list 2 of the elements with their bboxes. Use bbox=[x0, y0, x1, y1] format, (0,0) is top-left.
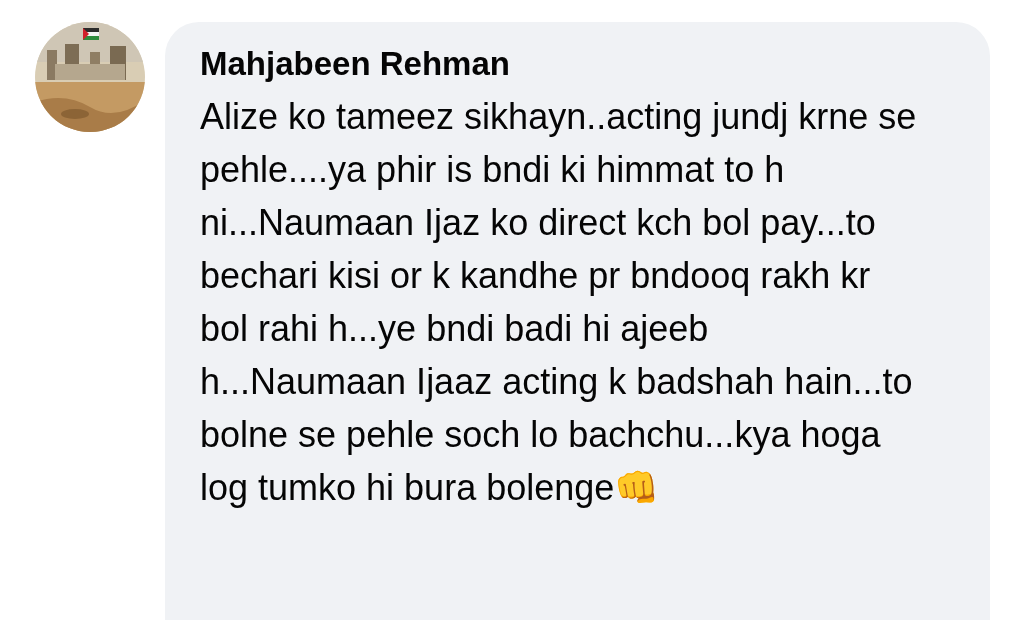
author-name[interactable]: Mahjabeen Rehman bbox=[200, 42, 960, 86]
comment-text: Alize ko tameez sikhayn..acting jundj krne se pehle....ya phir is bndi ki himmat to h ni...Naumaan Ijaz ko direct kch bol pay...to bechari kisi or k kandhe pr bndooq rakh kr bol rahi h...ye bndi badi hi ajeeb h...Naumaan Ijaaz acting k badshah hain...to bolne se pehle soch lo bachchu...kya hoga log tumko hi bura bolenge👊 bbox=[200, 96, 917, 508]
